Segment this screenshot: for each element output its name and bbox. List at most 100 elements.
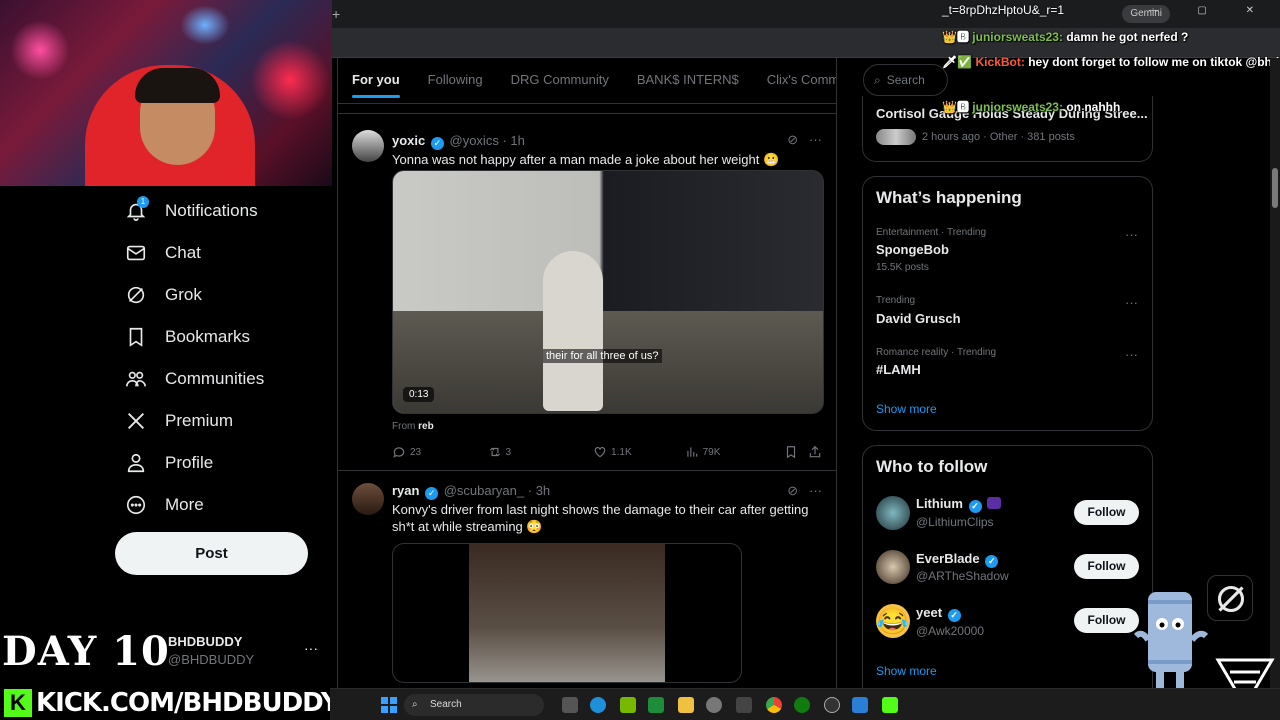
search-input[interactable]: ⌕ Search: [863, 64, 948, 96]
sidebar-nav: Notifications Chat Grok Bookmarks Commun…: [115, 190, 335, 526]
account-handle[interactable]: @BHDBUDDY: [168, 652, 254, 667]
repost-icon: [489, 447, 500, 457]
trend-more-icon[interactable]: ···: [1125, 227, 1138, 242]
scrollbar-thumb[interactable]: [1272, 168, 1278, 208]
nvidia-icon[interactable]: [620, 697, 636, 713]
sidebar-item-premium[interactable]: Premium: [115, 400, 335, 442]
trend-meta: Entertainment · Trending: [876, 227, 987, 238]
account-more-icon[interactable]: ···: [304, 640, 318, 656]
avatar[interactable]: [352, 130, 384, 162]
show-more-link[interactable]: Show more: [876, 664, 937, 678]
trend-meta: Romance reality · Trending: [876, 347, 997, 358]
sidebar-item-bookmarks[interactable]: Bookmarks: [115, 316, 335, 358]
author-handle[interactable]: @scubaryan_: [444, 483, 524, 498]
sidebar-item-grok[interactable]: Grok: [115, 274, 335, 316]
post-video[interactable]: their for all three of us? 0:13: [392, 170, 824, 414]
trend-more-icon[interactable]: ···: [1125, 295, 1138, 310]
edge-icon[interactable]: [590, 697, 606, 713]
xbox-icon[interactable]: [794, 697, 810, 713]
sidebar-item-communities[interactable]: Communities: [115, 358, 335, 400]
chat-text: on nahhh: [1066, 100, 1121, 114]
post-time[interactable]: · 1h: [502, 133, 524, 148]
app-icon[interactable]: [736, 697, 752, 713]
trend-name: SpongeBob: [876, 242, 949, 257]
chat-username: KickBot:: [975, 55, 1025, 69]
author-handle[interactable]: @yoxics: [450, 133, 499, 148]
views-button[interactable]: 79K: [685, 445, 785, 459]
timeline: For you Following DRG Community BANK$ IN…: [337, 58, 837, 720]
trend-more-icon[interactable]: ···: [1125, 347, 1138, 362]
from-user[interactable]: reb: [418, 421, 434, 432]
grok-floating-button[interactable]: [1207, 575, 1253, 621]
verified-badge-icon: ✓: [425, 487, 439, 500]
reply-count: 23: [410, 446, 422, 458]
more-icon[interactable]: ···: [809, 483, 822, 498]
post-text: Konvy's driver from last night shows the…: [392, 502, 809, 534]
video-source: From reb: [392, 421, 434, 432]
post[interactable]: ryan ✓ @scubaryan_ · 3h ⊘ ··· Konvy's dr…: [338, 471, 836, 720]
settings-icon[interactable]: [706, 697, 722, 713]
like-button[interactable]: 1.1K: [593, 445, 685, 459]
grok-icon: [1217, 585, 1245, 613]
repost-button[interactable]: 3: [488, 445, 594, 459]
kick-url-text: KICK.COM/BHDBUDDY: [36, 688, 340, 718]
tab-banks-interns[interactable]: BANK$ INTERN$: [623, 58, 753, 103]
reply-icon: [393, 447, 405, 458]
chat-message: 👑🅱 juniorsweats23: damn he got nerfed ?: [942, 30, 1189, 44]
follow-button[interactable]: Follow: [1074, 500, 1139, 525]
post-header: ryan ✓ @scubaryan_ · 3h: [392, 483, 550, 500]
mail-icon: [126, 245, 146, 261]
folder-icon[interactable]: [678, 697, 694, 713]
more-icon[interactable]: ···: [809, 132, 822, 147]
window-controls[interactable]: — ▢ ✕: [1149, 5, 1272, 16]
sidebar-item-profile[interactable]: Profile: [115, 442, 335, 484]
new-tab-button[interactable]: +: [332, 6, 340, 22]
chat-message: 👑🅱 juniorsweats23: on nahhh: [942, 100, 1121, 114]
sidebar-item-label: More: [165, 495, 204, 514]
laughing-emoji-avatar[interactable]: 😂: [876, 604, 910, 638]
grok-icon[interactable]: ⊘: [787, 483, 798, 498]
video-subject: [543, 251, 603, 411]
obs-icon[interactable]: [824, 697, 840, 713]
spreadsheet-icon[interactable]: [648, 697, 664, 713]
video-duration: 0:13: [403, 387, 435, 402]
post-time[interactable]: · 3h: [528, 483, 550, 498]
sidebar-item-more[interactable]: More: [115, 484, 335, 526]
post-button[interactable]: Post: [115, 532, 308, 575]
trend-meta: Trending: [876, 295, 916, 306]
file-explorer-icon[interactable]: [562, 697, 578, 713]
reply-button[interactable]: 23: [392, 445, 488, 459]
from-label: From: [392, 421, 416, 432]
app-icon[interactable]: [882, 697, 898, 713]
tab-drg-community[interactable]: DRG Community: [497, 58, 623, 103]
author-name[interactable]: yoxic: [392, 133, 425, 148]
tab-clix-community[interactable]: Clix's Commu: [753, 58, 836, 103]
avatar[interactable]: [352, 483, 384, 515]
sidebar-item-chat[interactable]: Chat: [115, 232, 335, 274]
follow-button[interactable]: Follow: [1074, 554, 1139, 579]
account-name[interactable]: BHDBUDDY: [168, 634, 242, 649]
show-more-link[interactable]: Show more: [876, 402, 937, 416]
tab-following[interactable]: Following: [414, 58, 497, 103]
purple-badge-icon: [987, 497, 1002, 509]
windows-start-icon[interactable]: [381, 697, 397, 713]
tab-for-you[interactable]: For you: [338, 58, 414, 103]
post[interactable]: yoxic ✓ @yoxics · 1h ⊘ ··· Yonna was not…: [338, 114, 836, 471]
sidebar-item-notifications[interactable]: Notifications: [115, 190, 335, 232]
share-button[interactable]: [808, 445, 822, 459]
bookmark-button[interactable]: [784, 445, 808, 459]
taskbar: ⌕ Search: [330, 688, 1280, 720]
post-video[interactable]: [392, 543, 742, 683]
taskbar-search[interactable]: ⌕ Search: [404, 694, 544, 716]
author-name[interactable]: ryan: [392, 483, 419, 498]
app-icon[interactable]: [852, 697, 868, 713]
grok-icon[interactable]: ⊘: [787, 132, 798, 147]
avatar[interactable]: [876, 550, 910, 584]
chrome-icon[interactable]: [766, 697, 782, 713]
search-placeholder: Search: [886, 73, 925, 87]
suggestion-handle: @ARTheShadow: [916, 569, 1009, 583]
post-header-icons: ⊘ ···: [787, 483, 822, 499]
scrollbar[interactable]: [1270, 58, 1280, 688]
avatar[interactable]: [876, 496, 910, 530]
views-icon: [686, 447, 697, 457]
